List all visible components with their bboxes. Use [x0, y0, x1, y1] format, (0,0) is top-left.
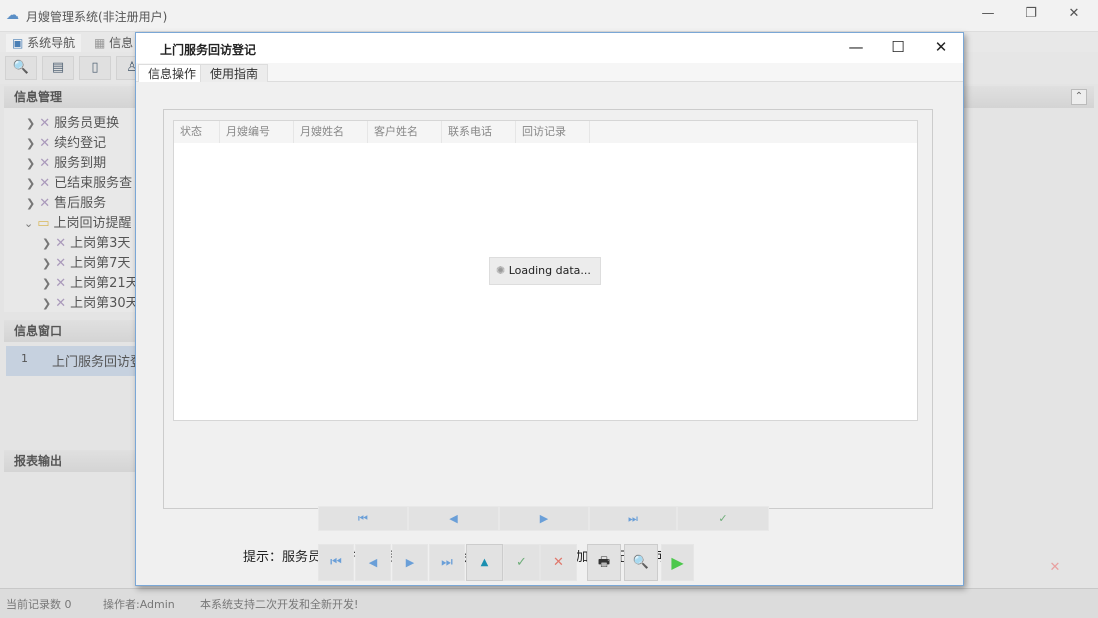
tree-item[interactable]: ❯✕续约登记 [26, 132, 106, 151]
collapse-button[interactable]: ⌃ [1071, 89, 1087, 105]
cancel-button[interactable]: ✕ [540, 544, 577, 581]
info-window-header: 信息窗口 [4, 320, 135, 342]
column-header[interactable]: 状态 [174, 121, 220, 143]
tool-icon: ✕ [39, 136, 50, 151]
tool-icon: ✕ [39, 176, 50, 191]
prev-record-button[interactable]: ◀ [355, 544, 391, 581]
tree-item[interactable]: ❯✕上岗第21天 [42, 272, 139, 291]
status-note: 本系统支持二次开发和全新开发! [200, 596, 358, 612]
document-tool-button[interactable]: ▯ [79, 56, 111, 80]
close-button[interactable]: ✕ [1064, 6, 1084, 21]
info-group: 状态 月嫂编号 月嫂姓名 客户姓名 联系电话 回访记录 ✺ Loading da… [163, 109, 933, 509]
column-header[interactable]: 客户姓名 [368, 121, 442, 143]
record-count: 当前记录数 0 [6, 596, 72, 612]
tab-info-operation[interactable]: 信息操作 [138, 64, 206, 82]
column-header[interactable]: 回访记录 [516, 121, 590, 143]
first-record-button[interactable]: ⏮ [318, 544, 354, 581]
column-header[interactable]: 月嫂姓名 [294, 121, 368, 143]
restore-button[interactable]: ❐ [1021, 6, 1041, 21]
nav-confirm-button[interactable]: ✓ [677, 506, 769, 531]
nav-prev-button[interactable]: ◀ [408, 506, 499, 531]
print-button[interactable]: 🖶 [587, 544, 621, 581]
folder-icon: ▭ [37, 216, 49, 231]
tree-item[interactable]: ❯✕上岗第30天 [42, 292, 139, 311]
nav-last-button[interactable]: ⏭ [589, 506, 677, 531]
dialog-maximize-button[interactable]: ☐ [888, 38, 908, 56]
info-window-row[interactable]: 1 上门服务回访登 [6, 346, 135, 376]
list-tool-button[interactable]: ▤ [42, 56, 74, 80]
column-header[interactable]: 联系电话 [442, 121, 516, 143]
tool-icon: ✕ [39, 156, 50, 171]
dialog-close-button[interactable]: ✕ [931, 38, 951, 56]
dialog-tabs: 信息操作 使用指南 [136, 63, 963, 82]
tree-item[interactable]: ❯✕已结束服务查 [26, 172, 132, 191]
data-grid[interactable]: 状态 月嫂编号 月嫂姓名 客户姓名 联系电话 回访记录 ✺ Loading da… [173, 120, 918, 421]
save-button[interactable]: ✓ [503, 544, 540, 581]
tool-icon: ✕ [55, 296, 66, 311]
print-preview-button[interactable]: 🔍 [624, 544, 658, 581]
app-title-bar: ☁ 月嫂管理系统(非注册用户) — ❐ ✕ [0, 0, 1098, 32]
column-header[interactable]: 月嫂编号 [220, 121, 294, 143]
search-tool-button[interactable]: 🔍 [5, 56, 37, 80]
run-button[interactable]: ▶ [661, 544, 694, 581]
spinner-icon: ✺ [496, 264, 509, 277]
tree-item[interactable]: ❯✕服务到期 [26, 152, 106, 171]
dialog-title-bar: 上门服务回访登记 — ☐ ✕ [136, 33, 963, 63]
tree-item[interactable]: ❯✕上岗第3天 [42, 232, 130, 251]
tool-icon: ✕ [55, 256, 66, 271]
grid-icon: ▦ [94, 36, 109, 50]
nav-first-button[interactable]: ⏮ [318, 506, 408, 531]
nav-next-button[interactable]: ▶ [499, 506, 589, 531]
add-button[interactable]: ▲ [466, 544, 503, 581]
monitor-icon: ▣ [12, 36, 27, 50]
tab-user-guide[interactable]: 使用指南 [200, 64, 268, 82]
tree-item[interactable]: ❯✕上岗第7天 [42, 252, 130, 271]
report-header: 报表输出 [4, 450, 135, 472]
loading-indicator: ✺ Loading data... [489, 257, 601, 285]
disabled-cancel-icon: ✕ [1020, 560, 1090, 582]
tree-item[interactable]: ❯✕服务员更换 [26, 112, 119, 131]
app-title: 月嫂管理系统(非注册用户) [26, 8, 167, 25]
operator: 操作者:Admin [103, 596, 175, 612]
minimize-button[interactable]: — [978, 6, 998, 21]
tool-icon: ✕ [39, 116, 50, 131]
status-bar: 当前记录数 0 操作者:Admin 本系统支持二次开发和全新开发! [0, 588, 1098, 618]
last-record-button[interactable]: ⏭ [429, 544, 465, 581]
dialog-title: 上门服务回访登记 [160, 41, 256, 58]
dialog-minimize-button[interactable]: — [846, 38, 866, 56]
next-record-button[interactable]: ▶ [392, 544, 428, 581]
visit-register-dialog: 上门服务回访登记 — ☐ ✕ 信息操作 使用指南 状态 月嫂编号 月嫂姓名 客户… [135, 32, 964, 586]
tree-item[interactable]: ❯✕售后服务 [26, 192, 106, 211]
tab-info[interactable]: ▦ 信息 [88, 34, 139, 52]
tool-icon: ✕ [55, 236, 66, 251]
column-header-filler [590, 121, 917, 143]
tree-panel: ❯✕服务员更换 ❯✕续约登记 ❯✕服务到期 ❯✕已结束服务查 ❯✕售后服务 ⌄▭… [4, 108, 135, 312]
app-logo-icon: ☁ [6, 8, 19, 23]
tree-folder[interactable]: ⌄▭上岗回访提醒 [24, 212, 132, 231]
tab-system-nav[interactable]: ▣ 系统导航 [6, 34, 81, 52]
tool-icon: ✕ [55, 276, 66, 291]
tool-icon: ✕ [39, 196, 50, 211]
